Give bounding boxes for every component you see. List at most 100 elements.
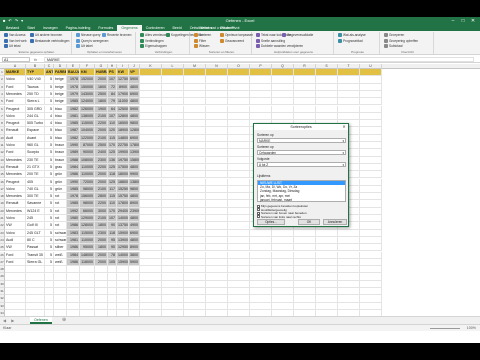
cell[interactable] xyxy=(206,258,228,267)
cell[interactable]: 118 xyxy=(108,229,117,237)
cell[interactable] xyxy=(206,112,228,121)
cell[interactable]: 110 xyxy=(108,200,117,208)
cell[interactable]: 143000 xyxy=(80,90,95,99)
cell[interactable] xyxy=(80,295,95,303)
cell[interactable] xyxy=(360,90,382,99)
cell[interactable]: 1985 xyxy=(67,200,80,208)
cell[interactable]: 8900 xyxy=(129,244,140,252)
cell[interactable]: 21 GTX xyxy=(26,163,45,172)
cell[interactable] xyxy=(184,76,206,84)
cell[interactable] xyxy=(228,127,250,135)
cell[interactable]: 1800 xyxy=(95,244,108,252)
cell[interactable]: 6900 xyxy=(129,134,140,142)
cell[interactable]: 107 xyxy=(108,112,117,121)
cell[interactable] xyxy=(228,236,250,245)
cell[interactable]: 2300 xyxy=(95,229,108,237)
cell[interactable]: 1981 xyxy=(67,112,80,121)
cell[interactable]: Avant xyxy=(26,134,45,142)
cell[interactable] xyxy=(184,280,206,288)
cell[interactable]: braun xyxy=(54,156,67,164)
cell[interactable]: 2000 xyxy=(95,76,108,84)
cell[interactable] xyxy=(228,229,250,237)
cell[interactable] xyxy=(184,156,206,164)
cell[interactable]: Taunus xyxy=(26,83,45,91)
cell[interactable]: 126000 xyxy=(80,105,95,113)
cell[interactable] xyxy=(206,302,228,310)
formula-input[interactable]: MARKE xyxy=(44,57,474,62)
cell[interactable]: Sierra L xyxy=(26,98,45,106)
cell[interactable] xyxy=(316,273,338,281)
cell[interactable]: 15800 xyxy=(129,156,140,164)
cell[interactable]: 5 xyxy=(45,200,54,208)
cell[interactable] xyxy=(54,273,67,281)
undo-icon[interactable]: ↶ xyxy=(8,18,11,23)
cell[interactable]: Renault xyxy=(5,127,26,135)
cell[interactable]: 156000 xyxy=(80,193,95,201)
cell[interactable] xyxy=(360,112,382,121)
cell[interactable] xyxy=(250,244,272,252)
cell[interactable]: 5 xyxy=(45,185,54,194)
cell[interactable]: V40 V40 xyxy=(26,76,45,84)
cell[interactable] xyxy=(206,222,228,230)
cell[interactable] xyxy=(140,178,162,186)
cell[interactable] xyxy=(162,207,184,215)
cell[interactable] xyxy=(228,76,250,84)
cell[interactable]: 170 xyxy=(108,207,117,215)
cell[interactable] xyxy=(228,142,250,150)
cell[interactable] xyxy=(184,302,206,310)
cell[interactable]: 8900 xyxy=(117,83,129,91)
cell[interactable]: 107 xyxy=(108,76,117,84)
cell[interactable] xyxy=(206,207,228,215)
cell[interactable] xyxy=(360,98,382,106)
cell[interactable] xyxy=(316,69,338,77)
cell[interactable]: blau xyxy=(54,112,67,121)
cell[interactable] xyxy=(360,258,382,267)
ribbon-button-0-3[interactable]: Uit andere bronnen xyxy=(30,33,62,37)
cell[interactable] xyxy=(228,280,250,288)
cell[interactable]: 17800 xyxy=(129,142,140,150)
cell[interactable] xyxy=(162,251,184,259)
cell[interactable] xyxy=(162,127,184,135)
list-item[interactable]: januari, februari, maart xyxy=(258,198,345,202)
cell[interactable] xyxy=(228,200,250,208)
cell[interactable] xyxy=(228,244,250,252)
cell[interactable] xyxy=(54,295,67,303)
cell[interactable]: 1800 xyxy=(95,98,108,106)
cell[interactable]: 12750 xyxy=(117,76,129,84)
cell[interactable]: 90 xyxy=(108,244,117,252)
cell[interactable]: 18900 xyxy=(117,127,129,135)
cell[interactable] xyxy=(140,83,162,91)
cell[interactable]: Mercedes xyxy=(5,156,26,164)
cell[interactable]: Mercedes xyxy=(5,171,26,179)
cell[interactable] xyxy=(228,163,250,172)
cell[interactable]: 1986 xyxy=(67,258,80,267)
ribbon-button-3-1[interactable]: Filter xyxy=(194,38,206,43)
cell[interactable]: 128000 xyxy=(80,222,95,230)
cell[interactable]: 5 xyxy=(45,98,54,106)
cell[interactable] xyxy=(117,295,129,303)
cell[interactable] xyxy=(129,273,140,281)
ribbon-button-6-0[interactable]: Groeperen xyxy=(384,33,404,37)
cell[interactable] xyxy=(108,288,117,296)
cell[interactable] xyxy=(338,302,360,310)
cell[interactable]: 110000 xyxy=(80,163,95,172)
cell[interactable]: Peugeot xyxy=(5,120,26,128)
cell[interactable]: 5 xyxy=(45,178,54,186)
cell[interactable] xyxy=(140,98,162,106)
cell[interactable] xyxy=(360,251,382,259)
cell[interactable] xyxy=(206,236,228,245)
cell[interactable] xyxy=(129,295,140,303)
cell[interactable] xyxy=(162,105,184,113)
cell[interactable] xyxy=(45,295,54,303)
cell[interactable]: 1979 xyxy=(67,90,80,99)
cell[interactable]: 2100 xyxy=(95,215,108,223)
zoom-slider[interactable] xyxy=(430,328,460,329)
cell[interactable]: 245 xyxy=(26,215,45,223)
cell[interactable] xyxy=(294,302,316,310)
cell[interactable] xyxy=(206,134,228,142)
cell[interactable] xyxy=(338,105,360,113)
cell[interactable] xyxy=(140,258,162,267)
cell[interactable] xyxy=(140,280,162,288)
cell[interactable] xyxy=(129,280,140,288)
cell[interactable]: Volvo xyxy=(5,185,26,194)
